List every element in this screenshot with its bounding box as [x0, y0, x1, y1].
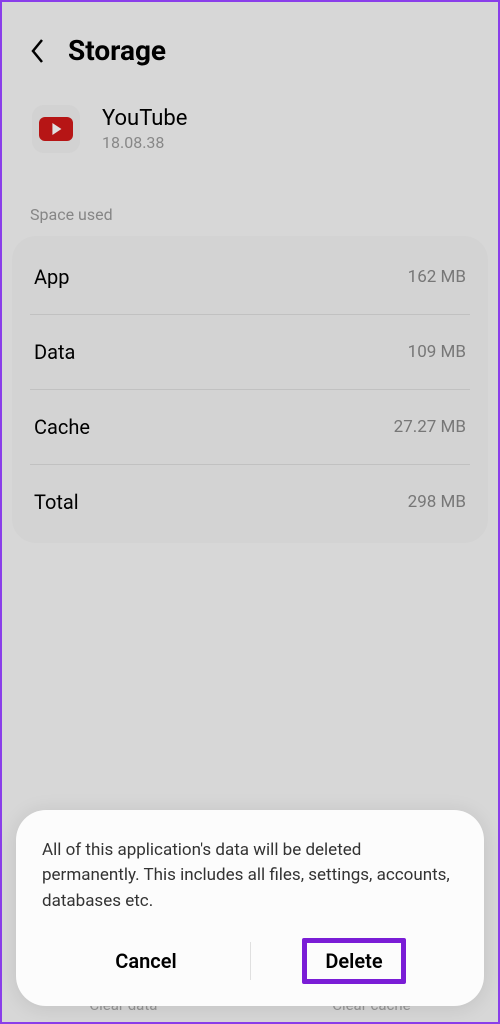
- delete-button[interactable]: Delete: [325, 949, 382, 973]
- cancel-button[interactable]: Cancel: [42, 939, 250, 983]
- dialog-message: All of this application's data will be d…: [42, 838, 458, 915]
- confirm-dialog: All of this application's data will be d…: [16, 810, 484, 1007]
- dialog-buttons: Cancel Delete: [42, 938, 458, 984]
